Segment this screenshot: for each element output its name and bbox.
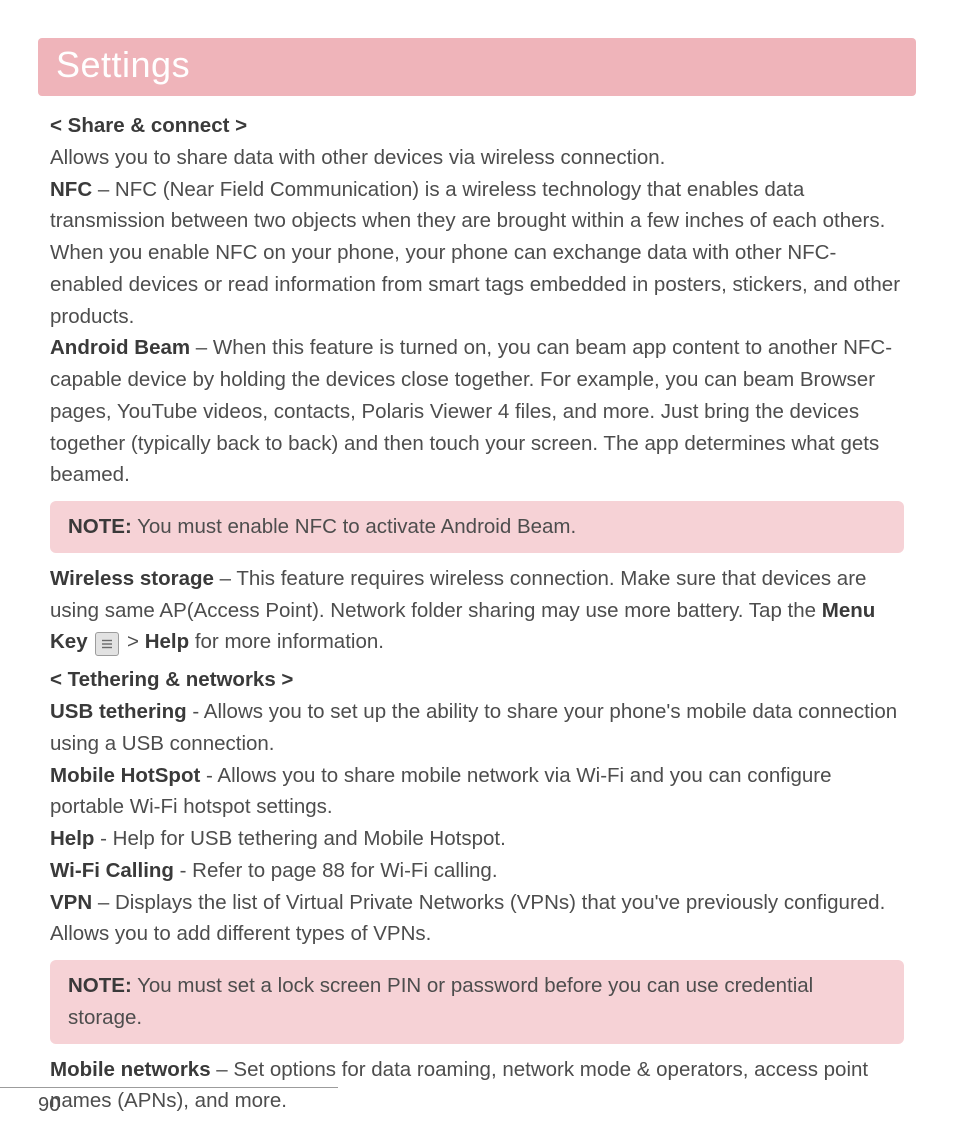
mobile-networks-label: Mobile networks xyxy=(50,1058,211,1081)
page-number: 90 xyxy=(0,1087,338,1117)
share-connect-intro: Allows you to share data with other devi… xyxy=(50,142,904,174)
wireless-storage-text-2: for more information. xyxy=(189,630,384,653)
usb-tethering-label: USB tethering xyxy=(50,700,187,723)
wireless-storage-label: Wireless storage xyxy=(50,567,214,590)
help-text: - Help for USB tethering and Mobile Hots… xyxy=(94,827,505,850)
page-content: < Share & connect > Allows you to share … xyxy=(38,96,916,1117)
settings-header: Settings xyxy=(38,38,916,96)
help-label-inline: Help xyxy=(145,630,189,653)
nfc-text: – NFC (Near Field Communication) is a wi… xyxy=(50,178,900,328)
note-box-nfc: NOTE: You must enable NFC to activate An… xyxy=(50,501,904,553)
note-label: NOTE: xyxy=(68,515,132,538)
menu-key-icon xyxy=(95,632,119,656)
note-text-2: You must set a lock screen PIN or passwo… xyxy=(68,974,813,1029)
wifi-calling-text: - Refer to page 88 for Wi-Fi calling. xyxy=(174,859,498,882)
wifi-calling-label: Wi-Fi Calling xyxy=(50,859,174,882)
page-title: Settings xyxy=(56,44,190,85)
section-share-connect: < Share & connect > xyxy=(50,114,247,137)
note-box-credential: NOTE: You must set a lock screen PIN or … xyxy=(50,960,904,1044)
nfc-label: NFC xyxy=(50,178,92,201)
vpn-text: – Displays the list of Virtual Private N… xyxy=(50,891,885,946)
android-beam-label: Android Beam xyxy=(50,336,190,359)
mobile-hotspot-label: Mobile HotSpot xyxy=(50,764,200,787)
manual-page: Settings < Share & connect > Allows you … xyxy=(0,0,954,1145)
note-text: You must enable NFC to activate Android … xyxy=(132,515,576,538)
note-label-2: NOTE: xyxy=(68,974,132,997)
gt-separator: > xyxy=(121,630,144,653)
section-tethering-networks: < Tethering & networks > xyxy=(50,668,293,691)
vpn-label: VPN xyxy=(50,891,92,914)
help-label: Help xyxy=(50,827,94,850)
